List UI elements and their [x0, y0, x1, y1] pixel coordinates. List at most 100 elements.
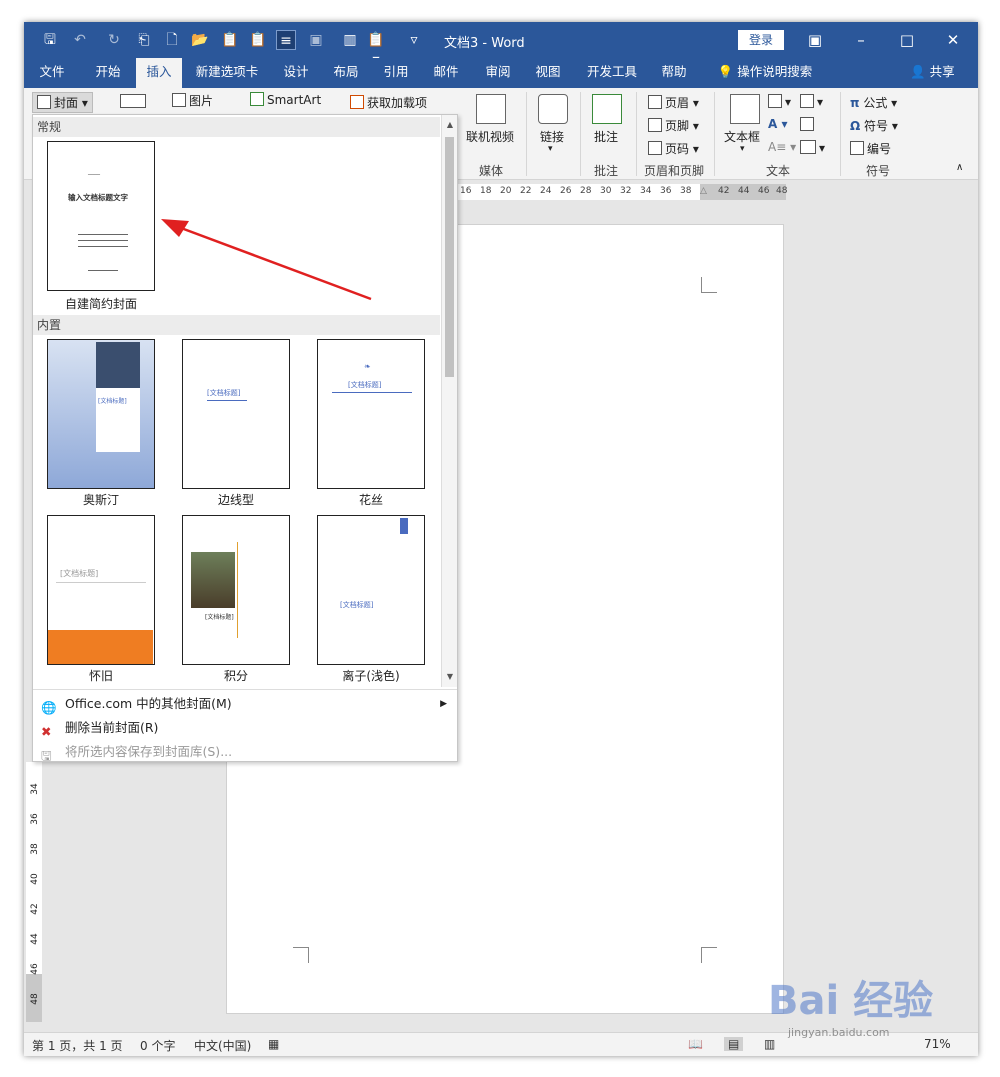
close-icon[interactable]: ✕: [938, 28, 968, 52]
ruler-tick: 44: [738, 186, 750, 196]
undo-icon[interactable]: ↶: [70, 30, 90, 50]
lightbulb-icon: 💡: [717, 64, 734, 79]
cover-thumb-retrospect[interactable]: [文档标题]: [47, 515, 155, 665]
footer-button[interactable]: 页脚 ▾: [648, 117, 699, 134]
tell-me-search[interactable]: 💡 操作说明搜索: [712, 58, 818, 88]
maximize-icon[interactable]: □: [892, 28, 922, 52]
quick-parts-icon[interactable]: ▾: [768, 94, 791, 109]
link-dropdown-icon[interactable]: ▾: [548, 144, 553, 154]
pi-icon: π: [850, 96, 860, 110]
cover-thumb-sideline[interactable]: [文档标题]: [182, 339, 290, 489]
object-icon[interactable]: ▾: [800, 140, 825, 155]
open-folder-icon[interactable]: 📂: [190, 30, 210, 50]
online-video-icon[interactable]: [476, 94, 506, 124]
equation-button[interactable]: π 公式 ▾: [850, 94, 897, 111]
tab-view[interactable]: 视图: [528, 58, 568, 88]
web-layout-view-icon[interactable]: ▥: [764, 1037, 775, 1051]
scroll-up-icon[interactable]: ▲: [444, 119, 456, 131]
tab-developer[interactable]: 开发工具: [580, 58, 644, 88]
link-icon[interactable]: [538, 94, 568, 124]
gallery-scrollbar[interactable]: ▲ ▼: [441, 115, 457, 687]
macro-record-icon[interactable]: ▦: [268, 1037, 279, 1051]
tab-help[interactable]: 帮助: [654, 58, 694, 88]
picture-button[interactable]: 图片: [172, 92, 213, 109]
drop-cap-icon[interactable]: A≡ ▾: [768, 140, 796, 154]
vertical-ruler[interactable]: 34 36 38 40 42 44 46 48: [26, 762, 42, 1022]
cover-thumb-ion-light[interactable]: [文档标题]: [317, 515, 425, 665]
cover-thumb-simple[interactable]: ──── 输入文档标题文字: [47, 141, 155, 291]
picture-icon[interactable]: ▣: [306, 30, 326, 50]
ribbon-display-options-icon[interactable]: ▣: [800, 28, 830, 52]
cover-thumb-filigree[interactable]: ❧ [文档标题]: [317, 339, 425, 489]
smartart-button[interactable]: SmartArt: [250, 92, 321, 107]
scroll-down-icon[interactable]: ▼: [444, 671, 456, 683]
redo-icon[interactable]: ↻: [104, 30, 124, 50]
horizontal-ruler[interactable]: 16 18 20 22 24 26 28 30 32 34 36 38 △ 42…: [456, 184, 787, 200]
indent-marker-icon[interactable]: △: [700, 186, 707, 196]
remove-cover-menu-item[interactable]: ✖ 删除当前封面(R): [35, 717, 455, 739]
tab-insert[interactable]: 插入: [136, 58, 182, 88]
date-time-icon[interactable]: [800, 117, 817, 132]
customize-toolbar-icon[interactable]: ▿: [404, 30, 424, 50]
ruler-tick: 38: [680, 186, 692, 196]
columns-icon[interactable]: ▥: [340, 30, 360, 50]
link-label[interactable]: 链接: [540, 128, 564, 145]
save-icon[interactable]: 🖫: [40, 30, 60, 50]
print-layout-view-icon[interactable]: ▤: [724, 1037, 744, 1051]
symbol-button[interactable]: Ω 符号 ▾: [850, 117, 898, 134]
tab-review[interactable]: 审阅: [478, 58, 518, 88]
ruler-tick: 42: [30, 903, 40, 915]
symbols-group-label: 符号: [866, 164, 891, 178]
tab-home[interactable]: 开始: [86, 58, 130, 88]
tab-new-tab[interactable]: 新建选项卡: [190, 58, 264, 88]
ruler-tick: 32: [620, 186, 632, 196]
tab-references[interactable]: 引用: [376, 58, 416, 88]
cover-thumb-austin[interactable]: [文档标题]: [47, 339, 155, 489]
new-document-icon[interactable]: 🗋: [162, 30, 182, 50]
page-count[interactable]: 第 1 页，共 1 页: [32, 1037, 123, 1054]
minimize-icon[interactable]: –: [846, 28, 876, 52]
numbering-button[interactable]: 编号: [850, 140, 891, 157]
thumb-text: ────: [88, 172, 101, 178]
tab-mailings[interactable]: 邮件: [426, 58, 466, 88]
page-number-button[interactable]: 页码 ▾: [648, 140, 699, 157]
comment-group-label: 批注: [594, 164, 619, 178]
paste-icon[interactable]: 📋: [220, 30, 240, 50]
read-mode-view-icon[interactable]: 📖: [688, 1037, 703, 1051]
zoom-level[interactable]: 71%: [924, 1037, 951, 1051]
new-comment-icon[interactable]: [592, 94, 622, 124]
language[interactable]: 中文(中国): [194, 1037, 251, 1054]
signature-line-icon[interactable]: ▾: [800, 94, 823, 109]
thumb-title: [文档标题]: [207, 389, 241, 397]
textbox-label[interactable]: 文本框: [724, 128, 760, 145]
header-button[interactable]: 页眉 ▾: [648, 94, 699, 111]
numbering-label: 编号: [867, 142, 892, 156]
more-covers-menu-item[interactable]: 🌐 Office.com 中的其他封面(M) ▶: [35, 693, 455, 715]
textbox-icon[interactable]: [730, 94, 760, 124]
comment-button-label[interactable]: 批注: [594, 128, 618, 145]
table-icon[interactable]: [120, 94, 149, 109]
media-group-label: 媒体: [479, 164, 504, 178]
textbox-dropdown-icon[interactable]: ▾: [740, 144, 745, 154]
cover-thumb-integral[interactable]: [文档标题]: [182, 515, 290, 665]
globe-icon: 🌐: [41, 700, 57, 715]
read-mode-icon[interactable]: ≡: [276, 30, 296, 50]
word-count[interactable]: 0 个字: [140, 1037, 175, 1054]
word-window: 🖫 ↶ ↻ ⎗ 🗋 📂 📋 📋 ≡ ▣ ▥ 📋▾ ▿ 文档3 - Word 登录…: [24, 22, 978, 1056]
scroll-thumb[interactable]: [445, 137, 454, 377]
login-button[interactable]: 登录: [738, 30, 784, 50]
get-addins-button[interactable]: 获取加载项: [350, 94, 427, 111]
collapse-ribbon-icon[interactable]: ∧: [956, 162, 963, 173]
paste-special-icon[interactable]: 📋: [248, 30, 268, 50]
tab-layout[interactable]: 布局: [326, 58, 366, 88]
wordart-icon[interactable]: A ▾: [768, 117, 788, 131]
tab-file[interactable]: 文件: [32, 58, 72, 88]
tab-design[interactable]: 设计: [276, 58, 316, 88]
share-button[interactable]: 👤 共享: [910, 58, 955, 88]
thumb-title: [文档标题]: [60, 569, 99, 578]
ruler-tick: 34: [640, 186, 652, 196]
print-preview-icon[interactable]: ⎗: [134, 30, 154, 50]
online-video-label[interactable]: 联机视频: [466, 128, 514, 145]
paste-dropdown-icon[interactable]: 📋▾: [366, 30, 386, 68]
cover-page-button[interactable]: 封面 ▾: [32, 92, 93, 113]
